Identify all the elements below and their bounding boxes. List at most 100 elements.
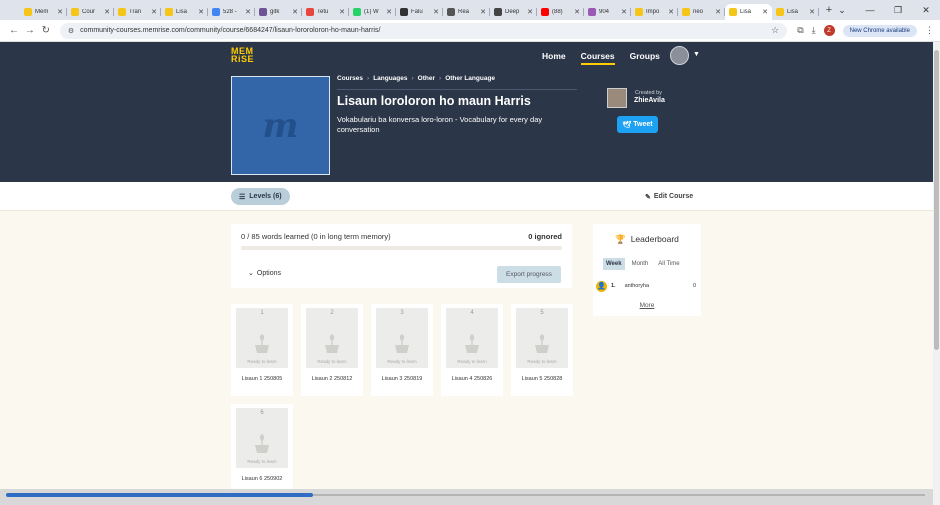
level-number: 1: [260, 310, 264, 316]
close-icon[interactable]: ✕: [762, 8, 768, 16]
level-card[interactable]: 2 Ready to learn Lisaun 2 250812: [301, 304, 363, 396]
nav-groups[interactable]: Groups: [630, 51, 660, 65]
level-card[interactable]: 3 Ready to learn Lisaun 3 250819: [371, 304, 433, 396]
leaderboard-user[interactable]: anthoryha: [625, 283, 693, 289]
horizontal-scroll-thumb[interactable]: [6, 493, 313, 497]
tab-title: Tetu: [317, 9, 329, 15]
options-toggle[interactable]: ⌄ Options: [248, 269, 281, 278]
profile-avatar[interactable]: Z: [823, 25, 835, 36]
level-card[interactable]: 4 Ready to learn Lisaun 4 250826: [441, 304, 503, 396]
close-icon[interactable]: ✕: [198, 8, 204, 16]
close-icon[interactable]: ✕: [433, 8, 439, 16]
breadcrumb-other-language[interactable]: Other Language: [445, 75, 495, 82]
close-icon[interactable]: ✕: [104, 8, 110, 16]
creator-avatar[interactable]: [607, 88, 627, 108]
creator-name[interactable]: ZhieAvila: [634, 97, 665, 104]
close-icon[interactable]: ✕: [621, 8, 627, 16]
close-icon[interactable]: ✕: [809, 8, 815, 16]
browser-tab[interactable]: Tetu ✕: [302, 4, 349, 20]
bookmark-star-icon[interactable]: ☆: [771, 25, 779, 36]
breadcrumb-other[interactable]: Other: [418, 75, 435, 82]
top-nav: Home Courses Groups: [542, 51, 660, 65]
close-icon[interactable]: ✕: [668, 8, 674, 16]
export-progress-button[interactable]: Export progress: [497, 266, 561, 283]
level-name: Lisaun 6 250902: [241, 476, 283, 482]
user-avatar[interactable]: [670, 46, 689, 65]
tab-title: Rea: [458, 9, 470, 15]
browser-tab[interactable]: Rea ✕: [443, 4, 490, 20]
forward-button[interactable]: →: [22, 25, 38, 36]
pencil-icon: ✎: [645, 194, 651, 201]
browser-tab[interactable]: Lisa ✕: [725, 4, 772, 20]
site-info-icon[interactable]: ⚙: [68, 27, 74, 35]
progress-card: 0 / 85 words learned (0 in long term mem…: [231, 224, 572, 288]
level-card[interactable]: 5 Ready to learn Lisaun 5 250828: [511, 304, 573, 396]
downloads-icon[interactable]: ⤓: [812, 25, 816, 36]
browser-tab[interactable]: neo ✕: [678, 4, 725, 20]
address-bar[interactable]: ⚙ community-courses.memrise.com/communit…: [59, 22, 788, 39]
close-icon[interactable]: ✕: [245, 8, 251, 16]
tab-all-time[interactable]: All Time: [655, 258, 682, 270]
browser-tab[interactable]: Tran ✕: [114, 4, 161, 20]
close-icon[interactable]: ✕: [292, 8, 298, 16]
breadcrumb-courses[interactable]: Courses: [337, 75, 363, 82]
close-icon[interactable]: ✕: [574, 8, 580, 16]
horizontal-scrollbar[interactable]: [0, 489, 933, 505]
back-button[interactable]: ←: [6, 25, 22, 36]
level-card[interactable]: 6 Ready to learn Lisaun 6 250902: [231, 404, 293, 496]
window-controls: ⌄ — ❐ ✕: [828, 0, 940, 20]
leaderboard: 🏆 Leaderboard Week Month All Time 👤 1. a…: [593, 224, 701, 316]
browser-tab[interactable]: Deep ✕: [490, 4, 537, 20]
tweet-button[interactable]: 🕊 Tweet: [617, 116, 658, 133]
tab-title: Lisa: [176, 9, 188, 15]
ignored-count: 0 ignored: [528, 232, 562, 241]
plant-pot-icon: [465, 334, 479, 353]
nav-home[interactable]: Home: [542, 51, 566, 65]
level-name: Lisaun 5 250828: [521, 376, 563, 382]
browser-tab[interactable]: Cour ✕: [67, 4, 114, 20]
nav-courses[interactable]: Courses: [580, 51, 615, 65]
levels-tab[interactable]: ☰ Levels (6): [231, 188, 290, 205]
close-icon[interactable]: ✕: [57, 8, 63, 16]
user-menu-chevron-down-icon[interactable]: ▼: [693, 51, 700, 58]
browser-tab[interactable]: gitk ✕: [255, 4, 302, 20]
level-name: Lisaun 1 250805: [241, 376, 283, 382]
level-number: 6: [260, 410, 264, 416]
breadcrumb-languages[interactable]: Languages: [373, 75, 407, 82]
minimize-button[interactable]: —: [856, 5, 884, 15]
reload-button[interactable]: ↻: [38, 25, 54, 36]
extensions-icon[interactable]: ⧉: [797, 25, 803, 36]
tab-month[interactable]: Month: [629, 258, 652, 270]
chrome-update-button[interactable]: New Chrome available: [842, 24, 917, 37]
tab-search-icon[interactable]: ⌄: [828, 5, 856, 16]
browser-tab[interactable]: Mem ✕: [20, 4, 67, 20]
tab-week[interactable]: Week: [603, 258, 625, 270]
browser-tab[interactable]: (1) W ✕: [349, 4, 396, 20]
edit-course-button[interactable]: ✎ Edit Course: [645, 193, 693, 201]
close-icon[interactable]: ✕: [480, 8, 486, 16]
leaderboard-more-link[interactable]: More: [593, 302, 701, 309]
browser-tab[interactable]: 904 ✕: [584, 4, 631, 20]
close-icon[interactable]: ✕: [527, 8, 533, 16]
browser-tab[interactable]: Falu ✕: [396, 4, 443, 20]
breadcrumb-separator-icon: ›: [411, 75, 414, 82]
menu-icon[interactable]: ⋮: [925, 25, 934, 36]
memrise-logo[interactable]: MEM RiSE: [231, 47, 254, 64]
leaderboard-rank: 1.: [611, 283, 616, 289]
vertical-scrollbar[interactable]: [933, 42, 940, 505]
close-icon[interactable]: ✕: [339, 8, 345, 16]
close-window-button[interactable]: ✕: [912, 5, 940, 16]
browser-tab[interactable]: 528 - ✕: [208, 4, 255, 20]
browser-tab[interactable]: Lisa ✕: [161, 4, 208, 20]
browser-tab[interactable]: Impo ✕: [631, 4, 678, 20]
vertical-scroll-thumb[interactable]: [934, 50, 939, 350]
close-icon[interactable]: ✕: [715, 8, 721, 16]
browser-tab[interactable]: Lisa ✕: [772, 4, 819, 20]
browser-tab[interactable]: (88) ✕: [537, 4, 584, 20]
leaderboard-row[interactable]: 👤 1. anthoryha 0: [596, 280, 696, 292]
close-icon[interactable]: ✕: [386, 8, 392, 16]
level-card[interactable]: 1 Ready to learn Lisaun 1 250805: [231, 304, 293, 396]
tab-title: Lisa: [787, 9, 799, 15]
maximize-button[interactable]: ❐: [884, 5, 912, 16]
close-icon[interactable]: ✕: [151, 8, 157, 16]
